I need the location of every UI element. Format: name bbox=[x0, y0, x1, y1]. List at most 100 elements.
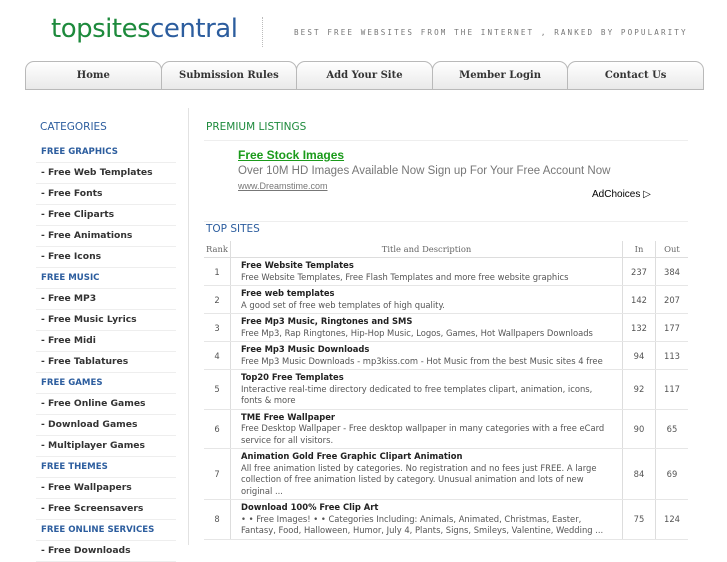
row-rank: 6 bbox=[204, 409, 231, 449]
table-row: 5 Top20 Free Templates Interactive real-t… bbox=[204, 369, 688, 410]
row-rank: 4 bbox=[204, 341, 231, 370]
nav-tab-home[interactable]: Home bbox=[25, 61, 162, 90]
sidebar-item-free-wallpapers[interactable]: - Free Wallpapers bbox=[36, 478, 176, 499]
column-divider bbox=[188, 108, 189, 545]
row-in: 75 bbox=[622, 499, 656, 540]
row-title-cell: Top20 Free Templates Interactive real-tim… bbox=[230, 369, 623, 410]
row-out: 113 bbox=[655, 341, 688, 370]
site-description: Free Mp3 Music Downloads - mp3kiss.com -… bbox=[241, 355, 603, 366]
column-header-title: Title and Description bbox=[230, 241, 623, 258]
site-title-link[interactable]: Top20 Free Templates bbox=[241, 372, 614, 384]
main-nav: Home Submission Rules Add Your Site Memb… bbox=[25, 61, 704, 90]
premium-ad: Free Stock Images Over 10M HD Images Ava… bbox=[204, 140, 688, 222]
row-out: 177 bbox=[655, 313, 688, 342]
nav-baseline bbox=[25, 89, 703, 90]
table-row: 3 Free Mp3 Music, Ringtones and SMS Free … bbox=[204, 313, 688, 342]
categories-title: CATEGORIES bbox=[40, 121, 107, 133]
column-header-rank: Rank bbox=[204, 241, 231, 258]
site-title-link[interactable]: Free Website Templates bbox=[241, 260, 614, 272]
row-title-cell: Animation Gold Free Graphic Clipart Anim… bbox=[230, 448, 623, 500]
site-tagline: BEST FREE WEBSITES FROM THE INTERNET , R… bbox=[294, 28, 688, 37]
row-title-cell: Free Mp3 Music Downloads Free Mp3 Music D… bbox=[230, 341, 623, 370]
categories-sidebar: CATEGORIES FREE GRAPHICS - Free Web Temp… bbox=[36, 120, 176, 562]
table-row: 4 Free Mp3 Music Downloads Free Mp3 Music… bbox=[204, 341, 688, 370]
sidebar-item-free-mp3[interactable]: - Free MP3 bbox=[36, 289, 176, 310]
adchoices-label: AdChoices bbox=[592, 189, 641, 200]
row-title-cell: Free web templates A good set of free web… bbox=[230, 285, 623, 314]
row-out: 384 bbox=[655, 257, 688, 286]
ad-url-link[interactable]: www.Dreamstime.com bbox=[238, 181, 328, 191]
sidebar-item-free-online-games[interactable]: - Free Online Games bbox=[36, 394, 176, 415]
header-divider bbox=[262, 17, 263, 47]
ad-text: Over 10M HD Images Available Now Sign up… bbox=[238, 165, 611, 177]
site-description: Free Website Templates, Free Flash Templ… bbox=[241, 271, 569, 282]
ad-title-link[interactable]: Free Stock Images bbox=[238, 148, 344, 162]
row-in: 237 bbox=[622, 257, 656, 286]
premium-listings-title: PREMIUM LISTINGS bbox=[206, 121, 307, 133]
site-description: Free Mp3, Rap Ringtones, Hip-Hop Music, … bbox=[241, 327, 593, 338]
column-header-in: In bbox=[622, 241, 656, 258]
row-out: 69 bbox=[655, 448, 688, 500]
row-out: 117 bbox=[655, 369, 688, 410]
row-in: 90 bbox=[622, 409, 656, 449]
row-rank: 1 bbox=[204, 257, 231, 286]
site-title-link[interactable]: Free web templates bbox=[241, 288, 614, 300]
site-description: A good set of free web templates of high… bbox=[241, 299, 445, 310]
category-free-games[interactable]: FREE GAMES bbox=[36, 373, 176, 394]
site-description: Interactive real-time directory dedicate… bbox=[241, 383, 593, 406]
site-title-link[interactable]: Free Mp3 Music Downloads bbox=[241, 344, 614, 356]
site-title-link[interactable]: Animation Gold Free Graphic Clipart Anim… bbox=[241, 451, 614, 463]
top-sites-title: TOP SITES bbox=[206, 223, 260, 235]
table-row: 7 Animation Gold Free Graphic Clipart An… bbox=[204, 448, 688, 500]
top-sites-table: Rank Title and Description In Out 1 Free… bbox=[204, 241, 688, 540]
site-logo[interactable]: topsitescentral bbox=[51, 14, 238, 44]
site-description: Free Desktop Wallpaper - Free desktop wa… bbox=[241, 423, 605, 445]
row-rank: 8 bbox=[204, 499, 231, 540]
row-title-cell: Download 100% Free Clip Art • • Free Imag… bbox=[230, 499, 623, 540]
row-rank: 5 bbox=[204, 369, 231, 410]
sidebar-item-free-midi[interactable]: - Free Midi bbox=[36, 331, 176, 352]
site-title-link[interactable]: TME Free Wallpaper bbox=[241, 412, 614, 424]
nav-tab-member-login[interactable]: Member Login bbox=[431, 61, 569, 90]
sidebar-item-free-web-templates[interactable]: - Free Web Templates bbox=[36, 163, 176, 184]
sidebar-item-multiplayer-games[interactable]: - Multiplayer Games bbox=[36, 436, 176, 457]
adchoices-button[interactable]: AdChoices ▷ bbox=[592, 189, 651, 200]
sidebar-item-download-games[interactable]: - Download Games bbox=[36, 415, 176, 436]
site-title-link[interactable]: Free Mp3 Music, Ringtones and SMS bbox=[241, 316, 614, 328]
sidebar-item-free-icons[interactable]: - Free Icons bbox=[36, 247, 176, 268]
nav-tab-submission-rules[interactable]: Submission Rules bbox=[160, 61, 298, 90]
category-free-graphics[interactable]: FREE GRAPHICS bbox=[36, 142, 176, 163]
category-free-online-services[interactable]: FREE ONLINE SERVICES bbox=[36, 520, 176, 541]
site-title-link[interactable]: Download 100% Free Clip Art bbox=[241, 502, 614, 514]
row-title-cell: TME Free Wallpaper Free Desktop Wallpaper… bbox=[230, 409, 623, 449]
logo-part-1: topsites bbox=[51, 14, 151, 44]
nav-tab-add-your-site[interactable]: Add Your Site bbox=[296, 61, 433, 90]
row-out: 207 bbox=[655, 285, 688, 314]
table-row: 8 Download 100% Free Clip Art • • Free Im… bbox=[204, 499, 688, 540]
sidebar-item-free-cliparts[interactable]: - Free Cliparts bbox=[36, 205, 176, 226]
sidebar-item-free-tablatures[interactable]: - Free Tablatures bbox=[36, 352, 176, 373]
row-in: 132 bbox=[622, 313, 656, 342]
table-row: 2 Free web templates A good set of free w… bbox=[204, 285, 688, 314]
row-in: 94 bbox=[622, 341, 656, 370]
row-title-cell: Free Website Templates Free Website Templ… bbox=[230, 257, 623, 286]
category-free-themes[interactable]: FREE THEMES bbox=[36, 457, 176, 478]
table-row: 6 TME Free Wallpaper Free Desktop Wallpap… bbox=[204, 409, 688, 449]
sidebar-item-free-animations[interactable]: - Free Animations bbox=[36, 226, 176, 247]
row-in: 84 bbox=[622, 448, 656, 500]
nav-tab-contact-us[interactable]: Contact Us bbox=[567, 61, 704, 90]
row-out: 65 bbox=[655, 409, 688, 449]
category-free-music[interactable]: FREE MUSIC bbox=[36, 268, 176, 289]
column-header-out: Out bbox=[655, 241, 688, 258]
row-rank: 2 bbox=[204, 285, 231, 314]
top-sites-section: TOP SITES Rank Title and Description In … bbox=[204, 223, 688, 540]
row-rank: 7 bbox=[204, 448, 231, 500]
row-title-cell: Free Mp3 Music, Ringtones and SMS Free Mp… bbox=[230, 313, 623, 342]
table-header-row: Rank Title and Description In Out bbox=[204, 241, 688, 258]
sidebar-item-free-downloads[interactable]: - Free Downloads bbox=[36, 541, 176, 562]
sidebar-item-free-fonts[interactable]: - Free Fonts bbox=[36, 184, 176, 205]
sidebar-item-free-screensavers[interactable]: - Free Screensavers bbox=[36, 499, 176, 520]
site-description: • • Free Images! • • Categories Includin… bbox=[241, 513, 604, 536]
sidebar-item-free-music-lyrics[interactable]: - Free Music Lyrics bbox=[36, 310, 176, 331]
row-in: 142 bbox=[622, 285, 656, 314]
